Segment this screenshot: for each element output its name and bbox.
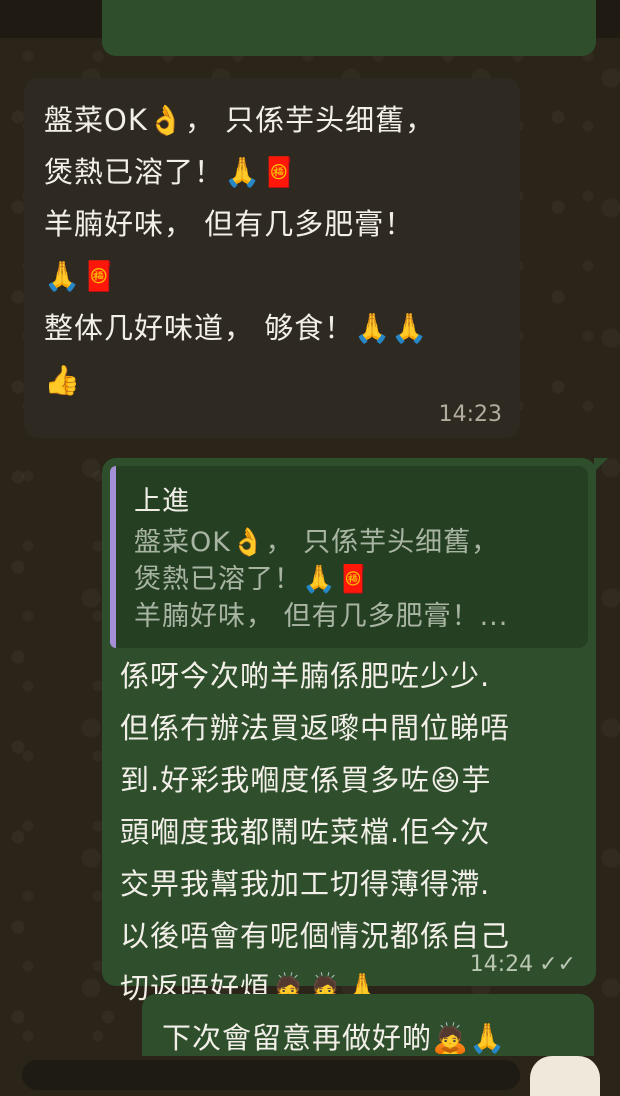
scroll-down-button[interactable] [530, 1056, 600, 1096]
message-input[interactable] [22, 1060, 520, 1090]
message-line: 交畀我幫我加工切得薄得滯. [120, 867, 491, 901]
message-line: 🙏🧧 [44, 259, 119, 293]
message-timestamp: 14:23 [438, 402, 502, 427]
quoted-message[interactable]: 上進 盤菜OK👌， 只係芋头细舊， 煲熱已溶了！🙏🧧 羊腩好味， 但有几多肥膏！… [110, 466, 588, 648]
incoming-message[interactable]: 盤菜OK👌， 只係芋头细舊， 煲熱已溶了！🙏🧧 羊腩好味， 但有几多肥膏！ 🙏🧧… [24, 78, 520, 438]
message-line: 煲熱已溶了！🙏🧧 [44, 155, 299, 189]
message-line: 頭嗰度我都鬧咗菜檔.佢今次 [120, 815, 491, 849]
message-line: 到.好彩我嗰度係買多咗😆芋 [120, 763, 492, 797]
message-line: 係呀今次啲羊腩係肥咗少少. [120, 659, 491, 693]
outgoing-reply-message[interactable]: 上進 盤菜OK👌， 只係芋头细舊， 煲熱已溶了！🙏🧧 羊腩好味， 但有几多肥膏！… [102, 458, 608, 1005]
quoted-author: 上進 [134, 486, 190, 517]
read-receipt-icon: ✓✓ [539, 952, 576, 977]
message-line: 整体几好味道， 够食！🙏🙏 [44, 311, 429, 345]
message-time: 14:24 [469, 952, 534, 977]
message-line: 盤菜OK👌， 只係芋头细舊， [44, 103, 436, 137]
message-line: 👍 [44, 363, 82, 397]
message-timestamp: 14:24 ✓✓ [470, 954, 576, 976]
message-line: 但係冇辦法買返嚟中間位睇唔 [120, 711, 511, 745]
message-line: 下次會留意再做好啲🙇🙏 [162, 1021, 507, 1055]
quoted-line: 盤菜OK👌， 只係芋头细舊， [134, 527, 500, 558]
previous-outgoing-message[interactable] [102, 0, 596, 56]
outgoing-message-partial[interactable]: 下次會留意再做好啲🙇🙏 [142, 994, 594, 1056]
quoted-line: 煲熱已溶了！🙏🧧 [134, 564, 372, 595]
quote-accent-bar [110, 466, 116, 648]
quoted-line: 羊腩好味， 但有几多肥膏！... [134, 601, 509, 632]
message-line: 羊腩好味， 但有几多肥膏！ [44, 207, 415, 241]
